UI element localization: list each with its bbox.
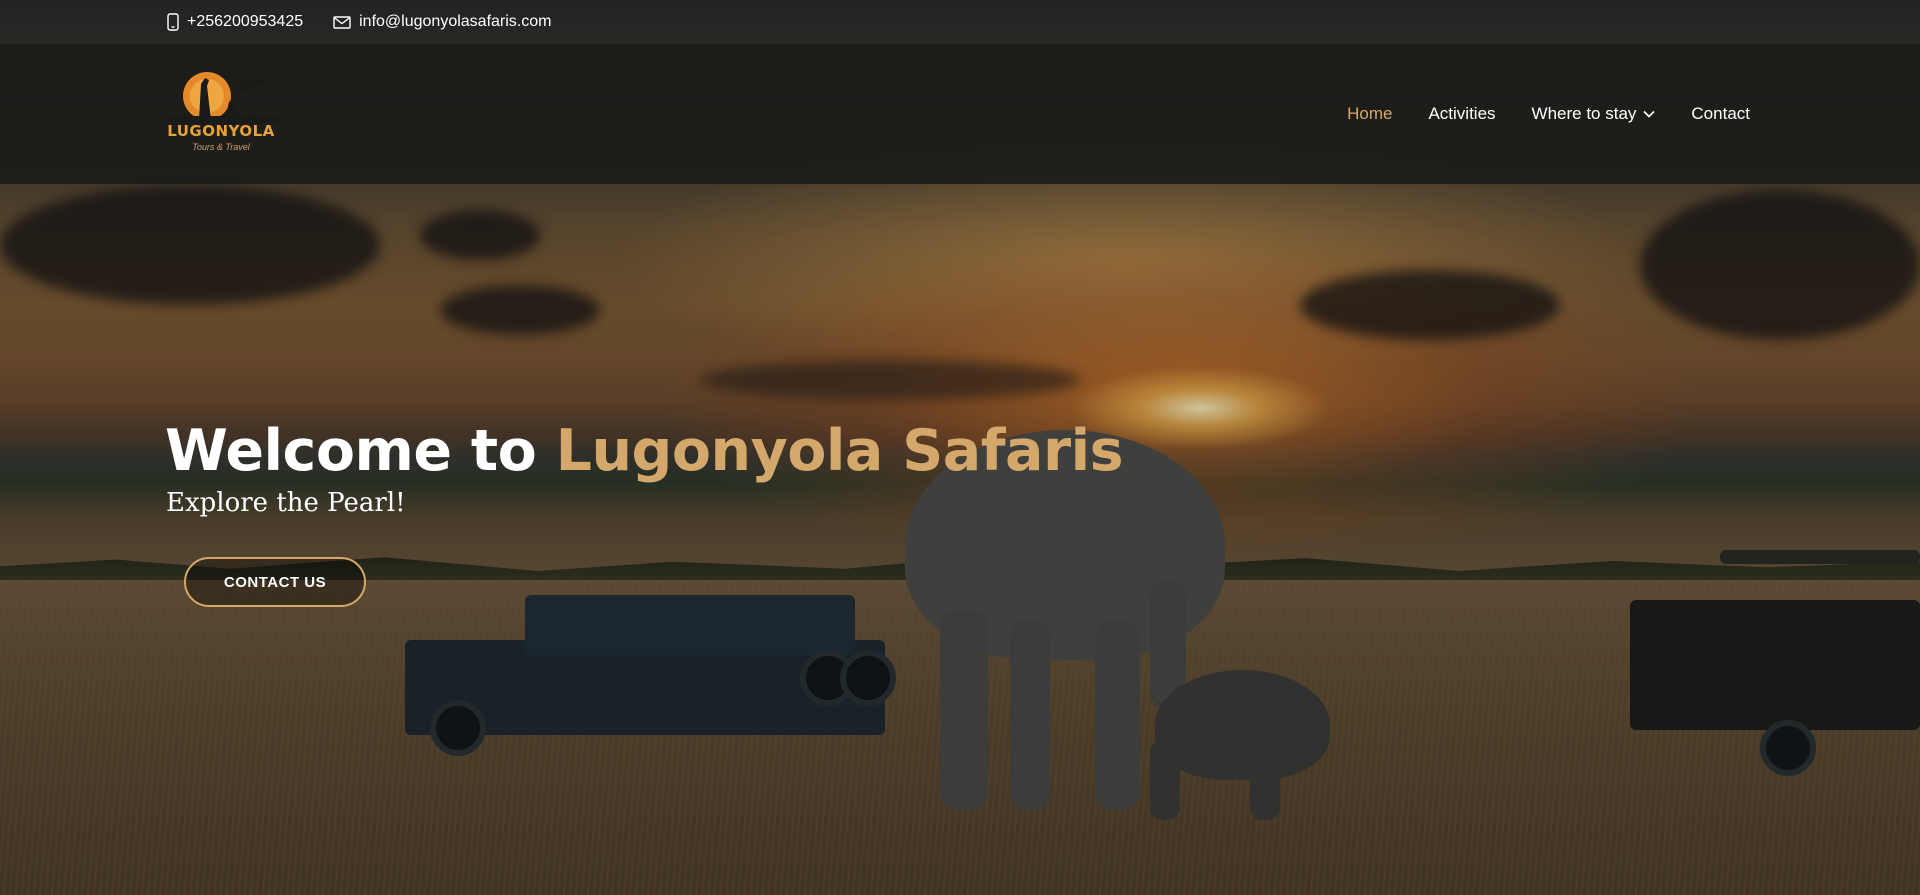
- nav-item-contact[interactable]: Contact: [1691, 104, 1750, 124]
- hero-title-lead: Welcome to: [165, 418, 556, 484]
- nav-item-label: Activities: [1428, 104, 1496, 123]
- nav-item-home[interactable]: Home: [1347, 104, 1392, 124]
- email-contact[interactable]: info@lugonyolasafaris.com: [333, 13, 551, 31]
- chevron-down-icon: [1643, 110, 1655, 118]
- email-address: info@lugonyolasafaris.com: [359, 13, 552, 30]
- phone-icon: [167, 13, 179, 31]
- hero-title-accent: Lugonyola Safaris: [555, 418, 1124, 484]
- main-navigation: Home Activities Where to stay Contact: [1311, 44, 1750, 184]
- nav-item-activities[interactable]: Activities: [1428, 104, 1495, 124]
- envelope-icon: [333, 15, 351, 29]
- phone-contact[interactable]: +256200953425: [167, 13, 303, 31]
- nav-item-label: Home: [1347, 104, 1393, 123]
- logo-tagline: Tours & Travel: [192, 142, 250, 152]
- site-header: LUGONYOLA Tours & Travel Home Activities…: [0, 44, 1920, 184]
- nav-item-label: Where to stay: [1531, 104, 1637, 123]
- site-logo[interactable]: LUGONYOLA Tours & Travel: [165, 62, 277, 168]
- top-contact-bar: +256200953425 info@lugonyolasafaris.com: [0, 0, 1920, 44]
- contact-us-button[interactable]: CONTACT US: [184, 557, 366, 607]
- nav-item-label: Contact: [1691, 104, 1750, 123]
- hero-subtitle: Explore the Pearl!: [166, 488, 406, 518]
- hero-title: Welcome to Lugonyola Safaris: [165, 418, 1124, 484]
- nav-item-where-to-stay[interactable]: Where to stay: [1532, 104, 1656, 124]
- logo-wordmark: LUGONYOLA: [167, 122, 275, 140]
- phone-number: +256200953425: [187, 13, 304, 30]
